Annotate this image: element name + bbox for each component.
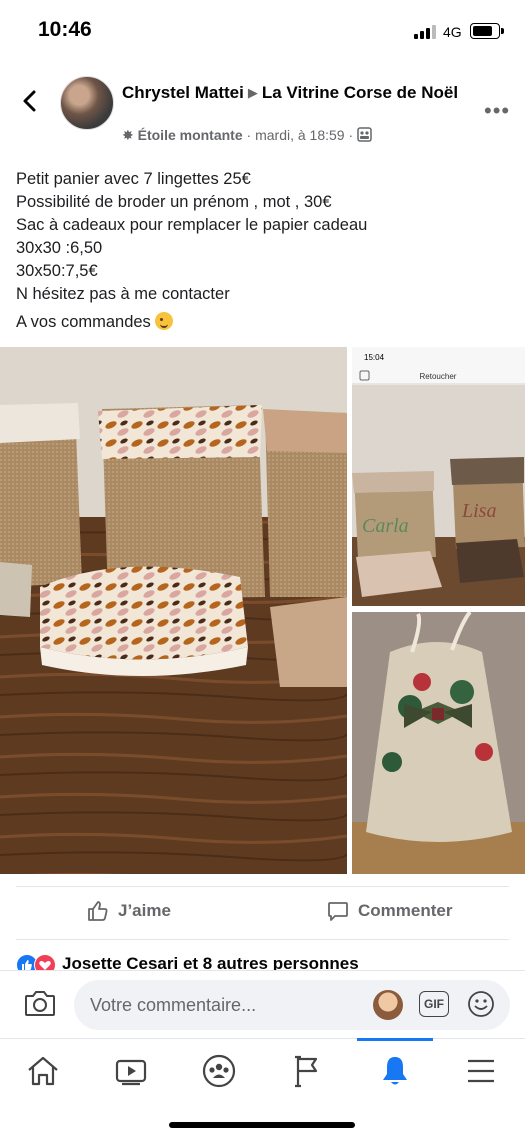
- emoji-smiley-icon[interactable]: [466, 989, 496, 1019]
- embroidery-lisa: Lisa: [461, 500, 496, 522]
- gif-button[interactable]: GIF: [419, 991, 449, 1017]
- group-name[interactable]: La Vitrine Corse de Noël: [262, 83, 458, 102]
- tab-pages[interactable]: [283, 1049, 331, 1093]
- back-arrow-icon[interactable]: [18, 88, 44, 114]
- wink-emoji-icon: [154, 312, 173, 330]
- gift-bag-illustration: [352, 612, 525, 874]
- inset-title: Retoucher: [420, 372, 457, 381]
- comment-composer: Votre commentaire... GIF: [0, 970, 525, 1039]
- comment-placeholder: Votre commentaire...: [90, 995, 257, 1015]
- signal-icon: [414, 25, 436, 39]
- post-line: Sac à cadeaux pour remplacer le papier c…: [16, 216, 368, 234]
- like-label: J’aime: [118, 901, 171, 920]
- photo-embroidered-baskets[interactable]: 15:04 Retoucher Carla Lisa: [352, 347, 525, 606]
- group-audience-icon: [357, 127, 372, 142]
- author-avatar[interactable]: [60, 76, 114, 130]
- tab-notifications[interactable]: [357, 1038, 433, 1093]
- post-meta: ✸ Étoile montante · mardi, à 18:59 ·: [122, 127, 372, 144]
- home-indicator[interactable]: [169, 1122, 355, 1128]
- thumbs-up-icon: [88, 901, 108, 921]
- baskets-illustration: [0, 347, 347, 874]
- status-time: 10:46: [38, 18, 92, 41]
- comment-button[interactable]: Commenter: [326, 899, 452, 923]
- post-author-line: Chrystel Mattei ▶ La Vitrine Corse de Noël: [122, 82, 462, 105]
- tab-menu[interactable]: [457, 1049, 505, 1093]
- post-line: 30x30 :6,50: [16, 239, 103, 257]
- caret-right-icon: ▶: [247, 85, 258, 100]
- comment-bubble-icon: [328, 902, 348, 921]
- post-actions: J’aime Commenter: [16, 886, 509, 940]
- embroidered-baskets-illustration: 15:04 Retoucher Carla Lisa: [352, 347, 525, 606]
- tab-groups[interactable]: [195, 1049, 243, 1093]
- post-body: Petit panier avec 7 lingettes 25€ Possib…: [16, 168, 511, 334]
- bottom-tab-bar: [0, 1038, 525, 1137]
- post-line: N hésitez pas à me contacter: [16, 285, 230, 303]
- photo-gift-bag[interactable]: [352, 612, 525, 874]
- like-button[interactable]: J’aime: [86, 899, 171, 923]
- notifications-bell-icon: [383, 1057, 407, 1085]
- post-line: A vos commandes: [16, 313, 151, 331]
- avatar-sticker-icon[interactable]: [373, 990, 403, 1020]
- status-bar: 10:46 4G: [0, 0, 525, 62]
- photo-grid: 15:04 Retoucher Carla Lisa: [0, 347, 525, 874]
- post-line: Petit panier avec 7 lingettes 25€: [16, 170, 251, 188]
- groups-icon: [202, 1054, 236, 1088]
- menu-icon: [468, 1059, 494, 1083]
- author-name[interactable]: Chrystel Mattei: [122, 83, 244, 102]
- camera-icon[interactable]: [24, 989, 56, 1017]
- pages-flag-icon: [295, 1055, 318, 1088]
- home-icon: [28, 1056, 58, 1086]
- battery-icon: [470, 23, 504, 39]
- comment-label: Commenter: [358, 901, 453, 920]
- star-badge-icon: ✸: [122, 127, 134, 143]
- embroidery-carla: Carla: [362, 515, 409, 537]
- post-line-wrapper: A vos commandes: [16, 311, 511, 334]
- video-icon: [115, 1059, 147, 1086]
- post-time[interactable]: · mardi, à 18:59 ·: [247, 127, 354, 143]
- post-line: Possibilité de broder un prénom , mot , …: [16, 193, 332, 211]
- network-label: 4G: [443, 24, 462, 40]
- member-badge[interactable]: Étoile montante: [138, 127, 243, 143]
- post-header: Chrystel Mattei ▶ La Vitrine Corse de Noël…: [0, 70, 525, 150]
- more-options-icon[interactable]: •••: [484, 98, 510, 124]
- inset-time: 15:04: [364, 353, 385, 362]
- tab-video[interactable]: [107, 1049, 155, 1093]
- photo-baskets[interactable]: [0, 347, 347, 874]
- post-line: 30x50:7,5€: [16, 262, 98, 280]
- tab-home[interactable]: [19, 1049, 67, 1093]
- comment-input[interactable]: Votre commentaire... GIF: [74, 980, 510, 1030]
